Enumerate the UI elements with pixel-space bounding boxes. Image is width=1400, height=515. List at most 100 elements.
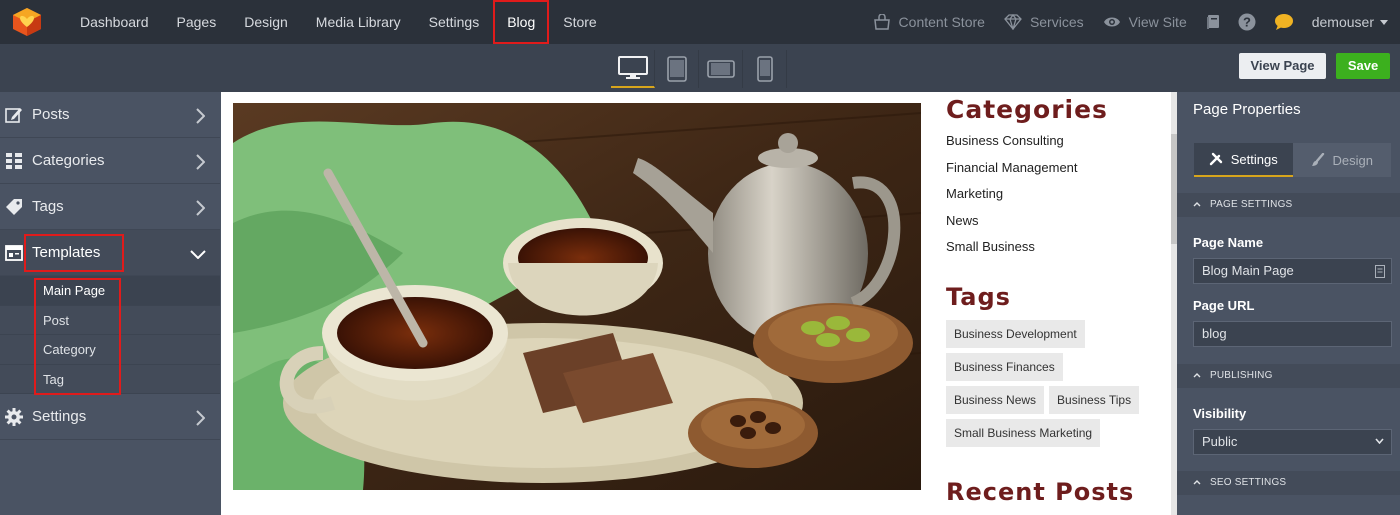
gear-icon bbox=[5, 407, 23, 426]
section-seo-settings[interactable]: SEO SETTINGS bbox=[1177, 471, 1400, 495]
section-title: SEO SETTINGS bbox=[1210, 477, 1287, 488]
visibility-select[interactable]: Public bbox=[1193, 429, 1392, 455]
edit-icon bbox=[5, 106, 23, 124]
chevron-right-icon bbox=[196, 410, 205, 426]
sidebar-item-label: Posts bbox=[32, 106, 70, 123]
recent-posts-heading: Recent Posts bbox=[946, 478, 1135, 506]
chevron-down-icon bbox=[1375, 438, 1384, 444]
nav-design[interactable]: Design bbox=[230, 0, 302, 44]
nav-blog[interactable]: Blog bbox=[493, 0, 550, 44]
view-site-label: View Site bbox=[1128, 14, 1187, 30]
view-site-link[interactable]: View Site bbox=[1103, 14, 1187, 30]
top-nav: Dashboard Pages Design Media Library Set… bbox=[0, 0, 1400, 44]
grid-icon bbox=[5, 152, 23, 170]
page-url-value: blog bbox=[1202, 326, 1227, 341]
book-icon[interactable] bbox=[1206, 14, 1220, 30]
chevron-right-icon bbox=[196, 108, 205, 124]
sidebar-item-categories[interactable]: Categories bbox=[0, 138, 220, 184]
document-icon bbox=[1375, 265, 1385, 278]
page-name-value: Blog Main Page bbox=[1202, 263, 1294, 278]
tag-chip[interactable]: Small Business Marketing bbox=[946, 419, 1101, 447]
chevron-down-icon bbox=[190, 250, 206, 259]
chevron-up-icon bbox=[1193, 373, 1201, 378]
categories-list: Business Consulting Financial Management… bbox=[946, 132, 1078, 265]
section-publishing[interactable]: PUBLISHING bbox=[1177, 364, 1400, 388]
nav-right: Content Store Services View Site ? demou… bbox=[873, 0, 1400, 44]
phone-icon[interactable] bbox=[743, 50, 787, 88]
category-link[interactable]: Small Business bbox=[946, 238, 1078, 265]
services-label: Services bbox=[1029, 14, 1084, 30]
desktop-icon[interactable] bbox=[611, 50, 655, 88]
tab-design[interactable]: Design bbox=[1293, 143, 1392, 177]
sidebar-item-posts[interactable]: Posts bbox=[0, 92, 220, 138]
view-page-button[interactable]: View Page bbox=[1239, 53, 1326, 79]
editor-toolbar: View Page Save bbox=[0, 44, 1400, 92]
properties-tabs: Settings Design bbox=[1194, 143, 1391, 177]
chevron-right-icon bbox=[196, 154, 205, 170]
chevron-up-icon bbox=[1193, 480, 1201, 485]
section-title: PAGE SETTINGS bbox=[1210, 199, 1293, 210]
eye-icon bbox=[1103, 17, 1120, 27]
tag-cloud: Business Development Business Finances B… bbox=[946, 320, 1168, 452]
sidebar-item-label: Tags bbox=[32, 198, 64, 215]
template-icon bbox=[5, 244, 23, 262]
services-link[interactable]: Services bbox=[1004, 14, 1084, 30]
store-icon bbox=[873, 14, 890, 30]
section-title: PUBLISHING bbox=[1210, 370, 1273, 381]
tag-chip[interactable]: Business Tips bbox=[1049, 386, 1140, 414]
section-page-settings[interactable]: PAGE SETTINGS bbox=[1177, 193, 1400, 217]
page-preview[interactable]: Categories Business Consulting Financial… bbox=[221, 92, 1171, 515]
tab-label: Design bbox=[1332, 152, 1373, 168]
category-link[interactable]: Financial Management bbox=[946, 159, 1078, 186]
tag-chip[interactable]: Business Finances bbox=[946, 353, 1063, 381]
left-sidebar: Posts Categories Tags Templates Main Pag… bbox=[0, 92, 220, 515]
sidebar-item-tags[interactable]: Tags bbox=[0, 184, 220, 230]
chevron-up-icon bbox=[1193, 202, 1201, 207]
chevron-down-icon bbox=[1380, 19, 1388, 25]
page-url-label: Page URL bbox=[1193, 298, 1255, 313]
submenu-highlight bbox=[34, 278, 121, 395]
brush-icon bbox=[1311, 153, 1324, 166]
nav-media-library[interactable]: Media Library bbox=[302, 0, 415, 44]
username: demouser bbox=[1311, 14, 1374, 30]
panel-title: Page Properties bbox=[1193, 101, 1301, 118]
sidebar-item-label: Categories bbox=[32, 152, 105, 169]
nav-dashboard[interactable]: Dashboard bbox=[66, 0, 163, 44]
page-name-input[interactable]: Blog Main Page bbox=[1193, 258, 1392, 284]
tablet-landscape-icon[interactable] bbox=[699, 50, 743, 88]
categories-heading: Categories bbox=[946, 95, 1108, 124]
tablet-icon[interactable] bbox=[655, 50, 699, 88]
help-icon[interactable]: ? bbox=[1238, 13, 1256, 31]
tab-label: Settings bbox=[1230, 151, 1278, 167]
tag-chip[interactable]: Business Development bbox=[946, 320, 1085, 348]
visibility-value: Public bbox=[1202, 434, 1238, 449]
svg-text:?: ? bbox=[1243, 15, 1251, 30]
app-logo[interactable] bbox=[10, 5, 44, 39]
category-link[interactable]: Business Consulting bbox=[946, 132, 1078, 159]
content-store-label: Content Store bbox=[898, 14, 985, 30]
user-menu[interactable]: demouser bbox=[1312, 14, 1388, 30]
tag-icon bbox=[5, 198, 23, 216]
nav-store[interactable]: Store bbox=[549, 0, 610, 44]
chevron-right-icon bbox=[196, 200, 205, 216]
page-properties-panel: Page Properties Settings Design PAGE SET… bbox=[1177, 92, 1400, 515]
tab-settings[interactable]: Settings bbox=[1194, 143, 1293, 177]
chat-icon[interactable] bbox=[1274, 13, 1294, 31]
tags-heading: Tags bbox=[946, 283, 1011, 311]
hero-image[interactable] bbox=[233, 103, 921, 490]
sidebar-item-label: Settings bbox=[32, 408, 87, 425]
save-button[interactable]: Save bbox=[1336, 53, 1390, 79]
category-link[interactable]: News bbox=[946, 212, 1078, 239]
diamond-icon bbox=[1004, 14, 1022, 30]
visibility-label: Visibility bbox=[1193, 406, 1247, 421]
category-link[interactable]: Marketing bbox=[946, 185, 1078, 212]
tag-chip[interactable]: Business News bbox=[946, 386, 1045, 414]
nav-pages[interactable]: Pages bbox=[163, 0, 231, 44]
page-name-label: Page Name bbox=[1193, 235, 1264, 250]
content-store-link[interactable]: Content Store bbox=[873, 14, 985, 30]
nav-settings[interactable]: Settings bbox=[415, 0, 494, 44]
device-switcher bbox=[611, 50, 787, 88]
sidebar-item-settings[interactable]: Settings bbox=[0, 394, 220, 440]
tools-icon bbox=[1209, 152, 1222, 166]
page-url-input[interactable]: blog bbox=[1193, 321, 1392, 347]
